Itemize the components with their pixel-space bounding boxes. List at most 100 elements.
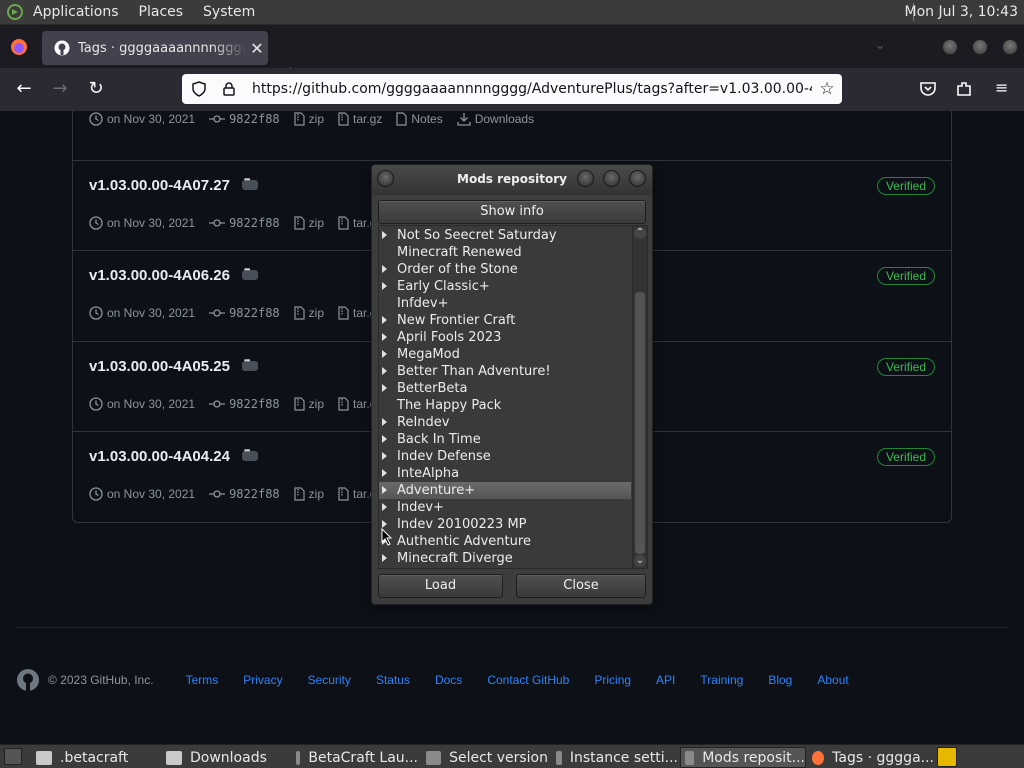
list-tabs-chevron-icon[interactable]: ⌄ [874, 37, 886, 53]
targz-link[interactable]: tar.gz [338, 112, 382, 126]
tag-commit[interactable]: 9822f88 [209, 487, 280, 501]
mod-list-item[interactable]: April Fools 2023 [379, 329, 631, 346]
clock[interactable]: Mon Jul 3, 10:43 [905, 4, 1018, 20]
expander-arrow-icon[interactable] [382, 520, 387, 528]
github-logo-icon[interactable] [16, 668, 40, 692]
tag-commit[interactable]: 9822f88 [209, 397, 280, 411]
mod-list-item[interactable]: InteAlpha [379, 465, 631, 482]
expander-arrow-icon[interactable] [382, 350, 387, 358]
mod-list-item[interactable]: Early Classic+ [379, 278, 631, 295]
expander-arrow-icon[interactable] [382, 282, 387, 290]
mod-list-item[interactable]: Infdev+ [379, 295, 631, 312]
taskbar-button[interactable]: Tags · ggggа... [808, 747, 934, 768]
scroll-up-icon[interactable]: ⌃ [634, 227, 646, 239]
app-menu-icon[interactable]: ≡ [995, 78, 1013, 97]
expander-arrow-icon[interactable] [382, 231, 387, 239]
footer-link-api[interactable]: API [656, 673, 675, 687]
more-ellipsis-icon[interactable] [241, 265, 258, 281]
url-text[interactable]: https://github.com/ggggaaaannnngggg/Adve… [252, 81, 812, 97]
tag-commit[interactable]: 9822f88 [209, 112, 280, 126]
extensions-icon[interactable] [955, 80, 973, 98]
dialog-maximize-button[interactable] [603, 170, 620, 187]
url-bar[interactable]: https://github.com/ggggaaaannnngggg/Adve… [182, 74, 842, 104]
footer-link-docs[interactable]: Docs [435, 673, 462, 687]
expander-arrow-icon[interactable] [382, 452, 387, 460]
more-ellipsis-icon[interactable] [241, 175, 258, 191]
expander-arrow-icon[interactable] [382, 316, 387, 324]
footer-link-training[interactable]: Training [700, 673, 743, 687]
footer-link-privacy[interactable]: Privacy [243, 673, 282, 687]
footer-link-about[interactable]: About [817, 673, 848, 687]
tag-name[interactable]: v1.03.00.00-4A05.25 [89, 356, 258, 375]
dialog-titlebar[interactable]: Mods repository [372, 165, 652, 195]
reload-icon[interactable]: ↻ [84, 78, 108, 102]
forward-arrow-icon[interactable]: → [48, 78, 72, 102]
applications-menu[interactable]: Applications [33, 4, 119, 20]
expander-arrow-icon[interactable] [382, 367, 387, 375]
footer-link-pricing[interactable]: Pricing [594, 673, 631, 687]
mod-list-item[interactable]: BetterBeta [379, 380, 631, 397]
expander-arrow-icon[interactable] [382, 418, 387, 426]
mods-list-scrollbar[interactable]: ⌃ ⌄ [632, 226, 647, 568]
mod-list-item[interactable]: Authentic Adventure [379, 533, 631, 550]
expander-arrow-icon[interactable] [382, 486, 387, 494]
tag-name[interactable]: v1.03.00.00-4A06.26 [89, 265, 258, 284]
system-menu[interactable]: System [203, 4, 255, 20]
footer-link-contact[interactable]: Contact GitHub [487, 673, 569, 687]
show-desktop-icon[interactable] [4, 748, 22, 765]
shield-icon[interactable] [190, 80, 208, 98]
expander-arrow-icon[interactable] [382, 333, 387, 341]
zip-link[interactable]: zip [294, 112, 324, 126]
zip-link[interactable]: zip [294, 487, 324, 501]
workspace-switcher-icon[interactable] [937, 747, 957, 767]
dialog-minimize-button[interactable] [577, 170, 594, 187]
footer-link-security[interactable]: Security [308, 673, 351, 687]
expander-arrow-icon[interactable] [382, 469, 387, 477]
mod-list-item[interactable]: Indev 20100223 MP [379, 516, 631, 533]
maximize-window-button[interactable] [972, 39, 988, 55]
tag-commit[interactable]: 9822f88 [209, 216, 280, 230]
taskbar-button[interactable]: Select version [422, 747, 548, 768]
verified-badge[interactable]: Verified [876, 358, 935, 376]
zip-link[interactable]: zip [294, 216, 324, 230]
taskbar-button[interactable]: .betacraft [32, 747, 152, 768]
scroll-down-icon[interactable]: ⌄ [634, 555, 646, 567]
zip-link[interactable]: zip [294, 397, 324, 411]
taskbar-button[interactable]: Mods reposit... [680, 747, 806, 768]
mod-list-item[interactable]: Minecraft Diverge [379, 550, 631, 567]
show-info-button[interactable]: Show info [378, 200, 646, 224]
tab-close-icon[interactable]: ✕ [246, 39, 268, 58]
mod-list-item[interactable]: Adventure+ [379, 482, 631, 499]
dialog-close-button[interactable] [629, 170, 646, 187]
close-window-button[interactable] [1002, 39, 1018, 55]
mods-list[interactable]: Minecraft Diverge Authentic Adventure Inde… [378, 225, 648, 569]
expander-arrow-icon[interactable] [382, 554, 387, 562]
verified-badge[interactable]: Verified [876, 267, 935, 285]
scrollbar-thumb[interactable] [635, 292, 645, 554]
mod-list-item[interactable]: Order of the Stone [379, 261, 631, 278]
footer-link-terms[interactable]: Terms [186, 673, 219, 687]
firefox-icon[interactable] [10, 38, 28, 56]
mod-list-item[interactable]: Not So Seecret Saturday [379, 227, 631, 244]
back-arrow-icon[interactable]: ← [12, 78, 36, 102]
expander-arrow-icon[interactable] [382, 503, 387, 511]
more-ellipsis-icon[interactable] [241, 446, 258, 462]
verified-badge[interactable]: Verified [876, 177, 935, 195]
expander-arrow-icon[interactable] [382, 265, 387, 273]
mod-list-item[interactable]: MegaMod [379, 346, 631, 363]
mod-list-item[interactable]: Indev+ [379, 499, 631, 516]
mod-list-item[interactable]: Back In Time [379, 431, 631, 448]
mod-list-item[interactable]: New Frontier Craft [379, 312, 631, 329]
tag-name[interactable]: v1.03.00.00-4A04.24 [89, 446, 258, 465]
mod-list-item[interactable]: ReIndev [379, 414, 631, 431]
places-menu[interactable]: Places [139, 4, 184, 20]
mod-list-item[interactable]: Minecraft Renewed [379, 244, 631, 261]
mod-list-item[interactable]: Better Than Adventure! [379, 363, 631, 380]
minimize-window-button[interactable] [942, 39, 958, 55]
downloads-link[interactable]: Downloads [457, 112, 534, 126]
tag-commit[interactable]: 9822f88 [209, 306, 280, 320]
bookmark-star-icon[interactable]: ☆ [812, 79, 842, 99]
close-button[interactable]: Close [516, 574, 646, 598]
taskbar-button[interactable]: Downloads [162, 747, 282, 768]
footer-link-status[interactable]: Status [376, 673, 410, 687]
